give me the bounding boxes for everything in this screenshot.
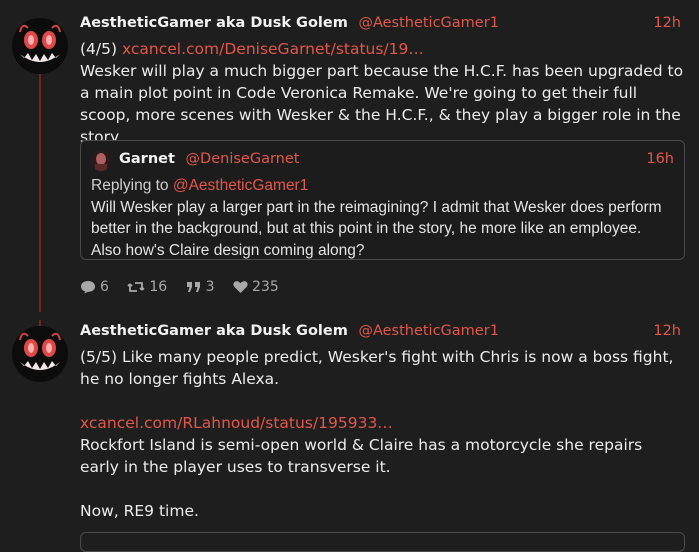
tweet-body: (4/5) xcancel.com/DeniseGarnet/status/19…	[80, 38, 685, 148]
reply-stat[interactable]: 6	[80, 279, 109, 295]
tweet-text-1: (5/5) Like many people predict, Wesker's…	[80, 348, 674, 388]
tweet-2: AestheticGamer aka Dusk Golem @Aesthetic…	[0, 320, 699, 538]
quote-stat[interactable]: 3	[186, 279, 215, 295]
thread-line	[39, 72, 41, 312]
tweet-text-3: Now, RE9 time.	[80, 502, 199, 520]
quote-timestamp[interactable]: 16h	[646, 151, 674, 167]
replying-handle[interactable]: @AestheticGamer1	[173, 177, 308, 194]
quoted-tweet[interactable]	[80, 532, 685, 552]
author-name[interactable]: AestheticGamer aka Dusk Golem	[80, 323, 348, 339]
timestamp[interactable]: 12h	[653, 15, 681, 31]
tweet-text-2: Rockfort Island is semi-open world & Cla…	[80, 436, 643, 476]
author-handle[interactable]: @AestheticGamer1	[358, 15, 498, 31]
tweet-header: AestheticGamer aka Dusk Golem @Aesthetic…	[80, 15, 681, 35]
avatar[interactable]	[12, 18, 68, 74]
author-handle[interactable]: @AestheticGamer1	[358, 323, 498, 339]
like-stat[interactable]: 235	[233, 279, 279, 295]
quote-header: Garnet @DeniseGarnet 16h	[119, 151, 674, 167]
like-count: 235	[252, 279, 279, 295]
quote-author-name[interactable]: Garnet	[119, 151, 175, 167]
retweet-stat[interactable]: 16	[127, 279, 167, 295]
quote-count: 3	[205, 279, 215, 295]
avatar[interactable]	[91, 151, 111, 171]
reply-icon	[81, 281, 95, 294]
status-link[interactable]: xcancel.com/RLahnoud/status/195933…	[80, 412, 685, 434]
thread-index: (4/5)	[80, 40, 118, 58]
author-name[interactable]: AestheticGamer aka Dusk Golem	[80, 15, 348, 31]
avatar[interactable]	[12, 326, 68, 382]
quote-body: Replying to @AestheticGamer1 Will Wesker…	[91, 175, 674, 261]
reply-count: 6	[100, 279, 109, 295]
retweet-count: 16	[149, 279, 168, 295]
tweet-stats: 6 16 3 235	[80, 279, 293, 297]
quote-author-handle[interactable]: @DeniseGarnet	[186, 151, 300, 167]
tweet-1: AestheticGamer aka Dusk Golem @Aesthetic…	[0, 0, 699, 312]
status-link[interactable]: xcancel.com/DeniseGarnet/status/19…	[122, 40, 424, 58]
replying-label: Replying to	[91, 177, 169, 194]
quoted-tweet[interactable]: Garnet @DeniseGarnet 16h Replying to @Ae…	[80, 140, 685, 260]
timestamp[interactable]: 12h	[653, 323, 681, 339]
quote-text: Will Wesker play a larger part in the re…	[91, 198, 662, 259]
retweet-icon	[127, 282, 146, 292]
quote-icon	[186, 282, 200, 292]
like-icon	[233, 281, 248, 293]
tweet-header: AestheticGamer aka Dusk Golem @Aesthetic…	[80, 323, 681, 343]
tweet-body: (5/5) Like many people predict, Wesker's…	[80, 346, 685, 522]
tweet-text: Wesker will play a much bigger part beca…	[80, 62, 684, 146]
